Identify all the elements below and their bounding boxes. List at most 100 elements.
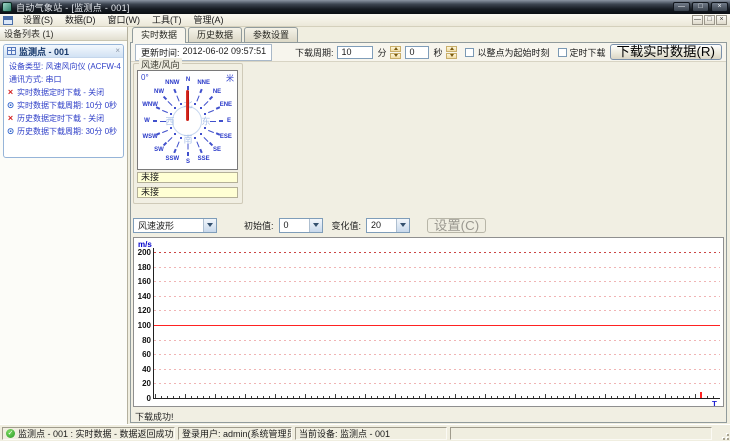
spinner-down-icon[interactable] — [446, 52, 458, 59]
current-device: 当前设备: 监测点 - 001 — [299, 429, 391, 439]
x-axis-minor-tick — [653, 396, 654, 398]
x-axis-minor-tick — [251, 396, 252, 398]
status-bar: ✓ 监测点 - 001 : 实时数据 - 数据返回成功! 登录用户: admin… — [0, 424, 730, 441]
panel-pin-icon[interactable]: × — [115, 47, 120, 55]
x-axis-minor-tick — [173, 396, 174, 398]
tab-content: 更新时间: 2012-06-02 09:57:51 下载周期: 10 分 0 秒 — [130, 42, 727, 423]
compass-direction-label: ESE — [219, 133, 232, 140]
update-time-label: 更新时间: — [141, 47, 180, 58]
device-info-line[interactable]: × 实时数据定时下载 - 关闭 — [6, 86, 121, 99]
device-info-line[interactable]: ⊙ 历史数据下载周期: 30分 0秒 — [6, 125, 121, 138]
checkbox-以整点为起始时刻[interactable]: 以整点为起始时刻 — [465, 46, 550, 59]
child-window-icon[interactable] — [3, 15, 13, 25]
spinner-down-icon[interactable] — [390, 52, 402, 59]
x-axis-minor-tick — [551, 396, 552, 398]
download-realtime-button[interactable]: 下载实时数据(R) — [609, 44, 722, 60]
close-button[interactable]: × — [711, 2, 728, 12]
x-axis-minor-tick — [641, 396, 642, 398]
cursor-marker-tick — [700, 392, 702, 398]
gridline — [154, 383, 720, 385]
device-info-line[interactable]: 设备类型: 风速风向仪 (ACFW-4) — [6, 60, 121, 73]
y-axis-tick-label: 100 — [137, 321, 151, 330]
compass-tick-icon — [176, 141, 181, 148]
compass-dot-icon — [174, 107, 177, 110]
seconds-input[interactable]: 0 — [405, 45, 430, 59]
gridline — [154, 354, 720, 356]
change-value-label: 变化值: — [331, 220, 362, 231]
device-node-icon — [7, 47, 16, 55]
initial-value-select[interactable]: 0 — [278, 217, 323, 233]
menu-items: 设置(S) 数据(D) 窗口(W) 工具(T) 管理(A) — [17, 14, 230, 26]
mdi-close-button[interactable]: × — [716, 15, 727, 25]
maximize-button[interactable]: □ — [692, 2, 709, 12]
status-message-section: ✓ 监测点 - 001 : 实时数据 - 数据返回成功! — [2, 427, 175, 440]
tab-inactive[interactable]: 参数设置 — [244, 27, 299, 42]
compass-direction-label: SSW — [165, 155, 180, 162]
compass-tick-icon — [187, 152, 189, 156]
compass-direction-label: E — [226, 118, 232, 124]
checkbox-label: 以整点为起始时刻 — [477, 47, 550, 58]
device-info-line[interactable]: × 历史数据定时下载 - 关闭 — [6, 112, 121, 125]
device-sidebar: 设备列表 (1) 监测点 - 001 × 设备类型: 风速风向仪 (ACFW-4… — [0, 27, 128, 424]
checkbox-label: 定时下载 — [569, 47, 606, 58]
checkbox-box[interactable] — [557, 47, 567, 57]
minimize-button[interactable]: — — [673, 2, 690, 12]
device-info-line[interactable]: ⊙ 实时数据下载周期: 10分 0秒 — [6, 99, 121, 112]
y-axis-tick-label: 120 — [137, 306, 151, 316]
menu-item[interactable]: 管理(A) — [188, 14, 230, 26]
y-axis-tick-label: 60 — [142, 350, 151, 360]
tab-active[interactable]: 实时数据 — [132, 27, 187, 43]
spinner-up-icon[interactable] — [446, 45, 458, 52]
wind-compass: 0° 米 N NNE NE ENE E ESE SE SSE S SSW SW WSW W WNW NW NN… — [137, 70, 238, 170]
compass-tick-icon — [209, 95, 214, 100]
status-user-section: 登录用户: admin(系统管理员) — [178, 427, 292, 440]
mdi-minimize-button[interactable]: — — [692, 15, 703, 25]
x-axis-minor-tick — [179, 396, 180, 398]
compass-tick-icon — [203, 101, 209, 107]
x-axis-minor-tick — [545, 394, 546, 398]
minutes-input[interactable]: 10 — [337, 45, 374, 59]
device-panel-header[interactable]: 监测点 - 001 × — [4, 45, 123, 58]
x-axis-minor-tick — [707, 396, 708, 398]
x-axis-minor-tick — [341, 396, 342, 398]
x-axis-minor-tick — [425, 394, 426, 398]
tab-strip: 实时数据 历史数据 参数设置 — [132, 27, 300, 43]
x-axis-minor-tick — [515, 394, 516, 398]
resize-grip[interactable] — [717, 428, 729, 440]
mdi-window-controls: — □ × — [692, 15, 727, 25]
x-axis-minor-tick — [467, 396, 468, 398]
compass-tick-icon — [153, 120, 157, 122]
x-axis-minor-tick — [323, 396, 324, 398]
checkbox-box[interactable] — [465, 47, 475, 57]
menu-item[interactable]: 窗口(W) — [102, 14, 147, 26]
compass-tick-icon — [173, 88, 178, 93]
menu-item[interactable]: 数据(D) — [59, 14, 102, 26]
device-info-line[interactable]: 通讯方式: 串口 — [6, 73, 121, 86]
spinner-up-icon[interactable] — [390, 45, 402, 52]
download-status-message: 下载成功! — [135, 412, 174, 422]
tab-inactive[interactable]: 历史数据 — [188, 27, 243, 42]
checkbox-定时下载[interactable]: 定时下载 — [557, 46, 606, 59]
x-axis-minor-tick — [401, 396, 402, 398]
menu-item[interactable]: 设置(S) — [17, 14, 59, 26]
download-controls: 下载周期: 10 分 0 秒 以整点为起始时刻 定时下载 下载实时数据(R) — [295, 44, 722, 60]
compass-direction-label: SSE — [197, 155, 210, 162]
clock-icon: ⊙ — [6, 126, 15, 136]
reference-line — [154, 252, 720, 253]
settings-button[interactable]: 设置(C) — [427, 217, 487, 233]
x-axis-minor-tick — [407, 396, 408, 398]
minutes-stepper — [390, 45, 402, 59]
x-axis-minor-tick — [449, 396, 450, 398]
x-axis-minor-tick — [185, 394, 186, 398]
compass-tick-icon — [155, 106, 160, 111]
x-axis-minor-tick — [593, 396, 594, 398]
change-value-select[interactable]: 20 — [366, 217, 411, 233]
waveform-select[interactable]: 风速波形 — [133, 217, 217, 233]
mdi-restore-button[interactable]: □ — [704, 15, 715, 25]
menu-item[interactable]: 工具(T) — [146, 14, 188, 26]
y-axis-tick-label: 0 — [146, 394, 151, 403]
x-axis-minor-tick — [359, 396, 360, 398]
status-message: 监测点 - 001 : 实时数据 - 数据返回成功! — [18, 429, 175, 439]
y-axis-tick-label: 200 — [137, 248, 151, 257]
x-axis-minor-tick — [509, 396, 510, 398]
